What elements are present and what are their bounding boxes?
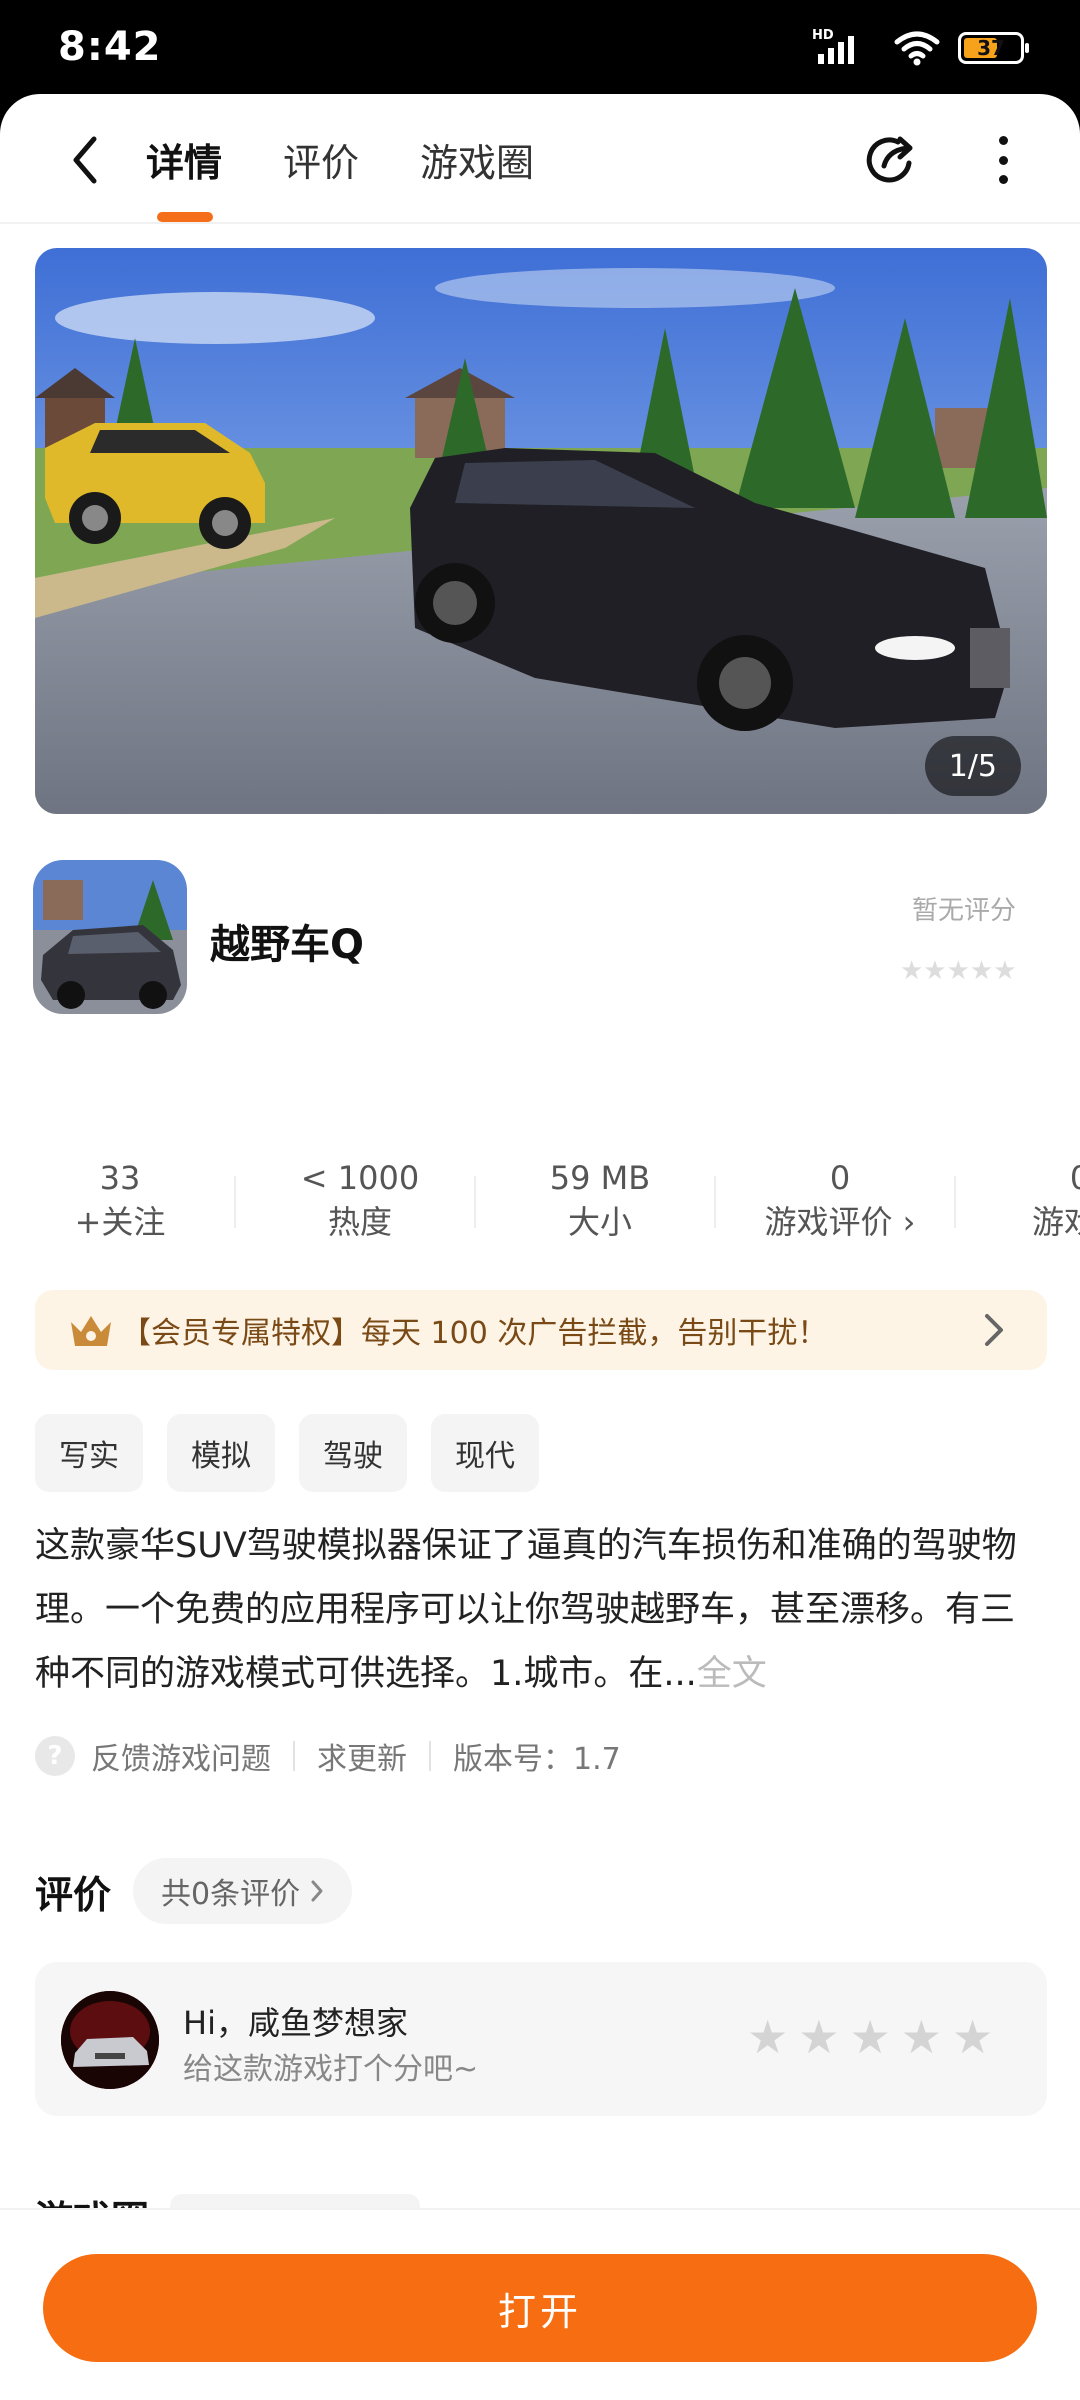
tag-chip[interactable]: 驾驶 [299,1414,407,1492]
follow-button-label: +关注 [74,1203,166,1241]
wifi-icon [894,31,940,66]
avatar [61,1991,159,2089]
divider [954,1176,956,1228]
question-icon: ? [35,1736,75,1776]
stat-label: 热度 [327,1203,392,1241]
chevron-left-icon [73,136,97,184]
feedback-link[interactable]: 反馈游戏问题 [91,1734,271,1778]
description-text: 这款豪华SUV驾驶模拟器保证了逼真的汽车损伤和准确的驾驶物理。一个免费的应用程序… [35,1526,1017,1694]
stat-label: 大小 [567,1203,632,1241]
chevron-right-icon [985,1314,1003,1346]
tag-chip[interactable]: 模拟 [167,1414,275,1492]
game-screenshot-image [35,248,1047,814]
rate-prompt: 给这款游戏打个分吧~ [183,2052,479,2087]
share-button[interactable] [862,130,922,190]
open-game-button[interactable]: 打开 [43,2254,1037,2362]
stat-value: 59 MB [549,1159,651,1197]
rating-status: 暂无评分 [912,896,1017,926]
share-icon [866,136,913,183]
stat-label: 游戏帖 [1031,1203,1080,1241]
star-2-button[interactable]: ★ [798,2012,839,2062]
stat-popularity: < 1000 热度 [260,1158,460,1246]
tab-details[interactable]: 详情 [146,132,222,187]
screenshot-gallery[interactable]: 1/5 [35,248,1047,814]
star-1-button[interactable]: ★ [747,2012,788,2062]
star-4-button[interactable]: ★ [901,2012,942,2062]
tag-list: 写实 模拟 驾驶 现代 [35,1414,539,1492]
divider [234,1176,236,1228]
rating-stars: ★★★★★ [900,956,1017,986]
cellular-signal-icon: HD [812,28,876,68]
stat-game-reviews[interactable]: 0 游戏评价 › [740,1158,940,1246]
tab-game-circle[interactable]: 游戏圈 [420,132,534,187]
divider [714,1176,716,1228]
star-5-button[interactable]: ★ [952,2012,993,2062]
bottom-action-bar: 打开 [0,2208,1080,2400]
more-options-button[interactable] [985,130,1021,190]
stat-label: 游戏评价 › [764,1203,916,1241]
stats-row: 33 +关注 < 1000 热度 59 MB 大小 0 游戏评价 › 0 游戏帖 [0,1158,1080,1248]
rate-game-card: Hi，咸鱼梦想家 给这款游戏打个分吧~ ★ ★ ★ ★ ★ [35,1962,1047,2116]
stat-value: 0 [1069,1159,1080,1197]
reviews-count-label: 共0条评价 [161,1877,301,1912]
vip-privilege-banner[interactable]: 【会员专属特权】每天 100 次广告拦截，告别干扰！ [35,1290,1047,1370]
game-description[interactable]: 这款豪华SUV驾驶模拟器保证了逼真的汽车损伤和准确的驾驶物理。一个免费的应用程序… [35,1514,1047,1706]
stat-size: 59 MB 大小 [500,1158,700,1246]
active-tab-indicator [157,212,213,222]
stat-follow[interactable]: 33 +关注 [20,1158,220,1246]
stat-value: 0 [829,1159,851,1197]
gallery-counter: 1/5 [924,736,1021,796]
app-name: 越野车Q [210,922,365,968]
more-vertical-icon [998,136,1008,145]
divider [293,1741,295,1771]
app-screen: 详情 评价 游戏圈 1/5 越野车Q 暂无评分 ★★★★★ 33 +关注 < 1… [0,94,1080,2400]
back-button[interactable] [60,132,110,188]
reviews-section-title: 评价 [35,1873,112,1917]
tab-reviews[interactable]: 评价 [283,132,359,187]
chevron-right-icon [311,1880,323,1902]
game-circle-section-title: 游戏圈 [35,2190,149,2210]
expand-full-text-link[interactable]: 全文 [697,1654,767,1694]
version-label: 版本号：1.7 [453,1742,621,1777]
stat-game-posts[interactable]: 0 游戏帖 [980,1158,1080,1246]
user-greeting: Hi，咸鱼梦想家 [183,2004,408,2042]
divider [474,1176,476,1228]
stat-value: < 1000 [300,1159,420,1197]
status-bar: 8:42 HD 37 [0,0,1080,96]
status-icons: HD 37 [812,28,1029,68]
reviews-count-button[interactable]: 共0条评价 [133,1858,353,1924]
battery-level: 37 [977,36,1005,60]
status-time: 8:42 [58,24,162,70]
meta-row: ? 反馈游戏问题 求更新 版本号：1.7 [35,1734,621,1778]
crown-icon [71,1316,111,1346]
request-update-link[interactable]: 求更新 [317,1734,407,1778]
tag-chip[interactable]: 写实 [35,1414,143,1492]
rating-input: ★ ★ ★ ★ ★ [747,2012,993,2062]
tag-chip[interactable]: 现代 [431,1414,539,1492]
battery-icon: 37 [958,32,1029,64]
divider [429,1741,431,1771]
top-nav-bar: 详情 评价 游戏圈 [0,94,1080,224]
vip-banner-text: 【会员专属特权】每天 100 次广告拦截，告别干扰！ [121,1316,828,1351]
stat-value: 33 [99,1159,141,1197]
star-3-button[interactable]: ★ [850,2012,891,2062]
app-icon [33,860,187,1014]
